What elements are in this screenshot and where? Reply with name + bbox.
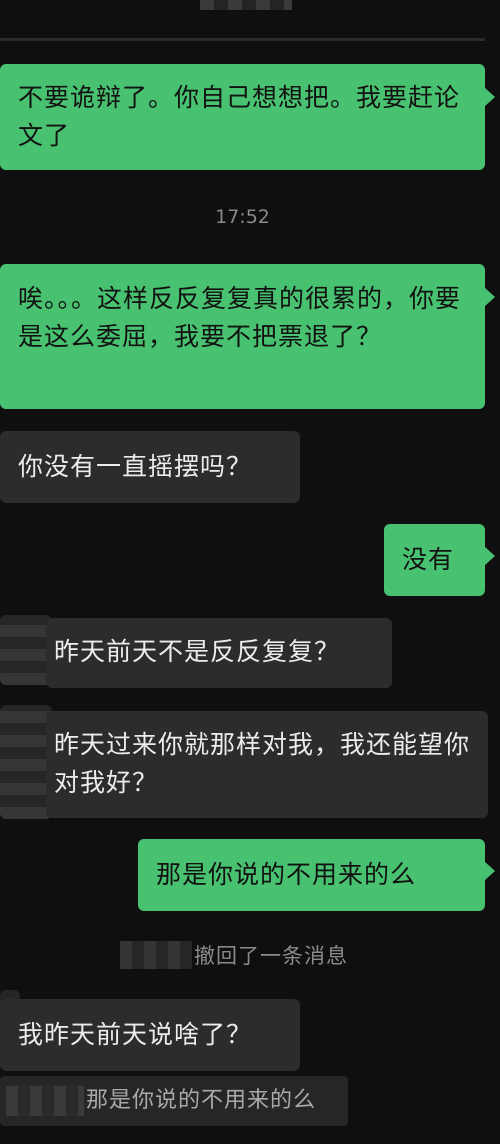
message-bubble-incoming[interactable]: 我昨天前天说啥了？ (0, 999, 300, 1071)
message-text: 昨天前天不是反反复复？ (54, 637, 341, 666)
message-text: 昨天过来你就那样对我，我还能望你对我好？ (54, 730, 471, 797)
recall-notice-text: 撤回了一条消息 (194, 944, 348, 968)
bubble-tail (485, 288, 495, 306)
message-bubble-outgoing[interactable]: 唉。。。这样反反复复真的很累的，你要是这么委屈，我要不把票退了？ (0, 264, 485, 409)
message-bubble-incoming[interactable]: 你没有一直摇摆吗？ (0, 431, 300, 503)
message-bubble-outgoing[interactable]: 那是你说的不用来的么 (138, 839, 485, 911)
bubble-tail (485, 862, 495, 880)
message-bubble-outgoing[interactable]: 没有 (384, 524, 485, 596)
blurred-header-title (200, 0, 292, 10)
quoted-message-text: 那是你说的不用来的么 (86, 1088, 317, 1113)
recall-notice: 撤回了一条消息 (120, 938, 348, 972)
message-text: 唉。。。这样反反复复真的很累的，你要是这么委屈，我要不把票退了？ (18, 284, 462, 351)
timestamp: 17:52 (215, 206, 270, 228)
quoted-message[interactable]: 那是你说的不用来的么 (0, 1076, 348, 1126)
header-divider (0, 38, 485, 41)
blurred-quote-sender (6, 1086, 84, 1116)
message-text: 你没有一直摇摆吗？ (18, 452, 253, 481)
bubble-tail (485, 547, 495, 565)
message-bubble-incoming[interactable]: 昨天前天不是反反复复？ (46, 618, 392, 688)
message-text: 那是你说的不用来的么 (156, 860, 417, 889)
message-bubble-incoming[interactable]: 昨天过来你就那样对我，我还能望你对我好？ (46, 711, 488, 818)
message-text: 没有 (402, 545, 455, 574)
blurred-sender-name (120, 941, 192, 969)
message-text: 不要诡辩了。你自己想想把。我要赶论文了 (18, 83, 461, 150)
message-bubble-outgoing[interactable]: 不要诡辩了。你自己想想把。我要赶论文了 (0, 64, 485, 170)
avatar[interactable] (0, 615, 52, 685)
message-text: 我昨天前天说啥了？ (18, 1020, 253, 1049)
avatar[interactable] (0, 705, 52, 819)
bubble-tail (485, 88, 495, 106)
